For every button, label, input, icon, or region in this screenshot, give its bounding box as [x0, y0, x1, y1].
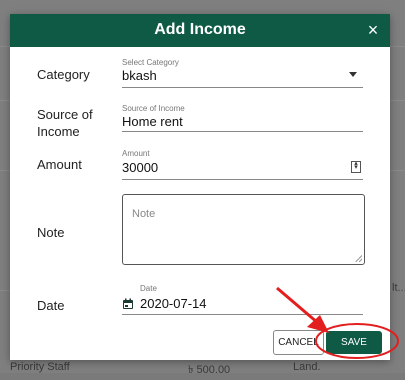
dialog-title: Add Income — [154, 21, 246, 38]
calendar-icon — [123, 298, 133, 309]
amount-label: Amount — [37, 157, 82, 172]
amount-input[interactable]: Amount 30000 ▴ ▾ — [122, 149, 363, 181]
resize-handle-icon[interactable] — [355, 255, 362, 262]
bg-row-amount: ৳ 500.00 — [188, 364, 231, 376]
dropdown-caret-icon — [349, 72, 357, 77]
source-value: Home rent — [122, 114, 183, 129]
number-stepper-icon[interactable]: ▴ ▾ — [351, 160, 361, 173]
category-underline — [122, 87, 363, 88]
amount-value: 30000 — [122, 160, 159, 175]
cancel-button[interactable]: CANCEL — [273, 330, 324, 355]
amount-floating-label: Amount — [122, 149, 150, 158]
note-placeholder: Note — [132, 208, 156, 220]
dialog-header: Add Income × — [10, 14, 390, 47]
note-label: Note — [37, 225, 65, 240]
bg-row-category: Land. — [293, 361, 321, 373]
category-label: Category — [37, 67, 90, 82]
bg-truncated-text: lt... — [392, 282, 405, 294]
add-income-dialog: Add Income × Category Select Category bk… — [10, 14, 390, 360]
amount-underline — [122, 179, 363, 180]
close-icon[interactable]: × — [362, 19, 384, 41]
date-floating-label: Date — [140, 284, 157, 293]
category-floating-label: Select Category — [122, 58, 179, 67]
category-select[interactable]: Select Category bkash — [122, 58, 363, 88]
date-value: 2020-07-14 — [140, 296, 207, 311]
source-underline — [122, 131, 363, 132]
date-label: Date — [37, 298, 65, 313]
date-underline — [122, 314, 363, 315]
date-input[interactable]: Date 2020-07-14 — [122, 284, 363, 316]
source-floating-label: Source of Income — [122, 104, 185, 113]
source-of-income-input[interactable]: Source of Income Home rent — [122, 104, 363, 134]
source-label: Source of Income — [37, 107, 93, 139]
bg-row-label: Priority Staff — [10, 361, 70, 373]
category-value: bkash — [122, 68, 157, 83]
note-textarea[interactable]: Note — [122, 194, 365, 265]
save-button[interactable]: SAVE — [326, 331, 382, 354]
